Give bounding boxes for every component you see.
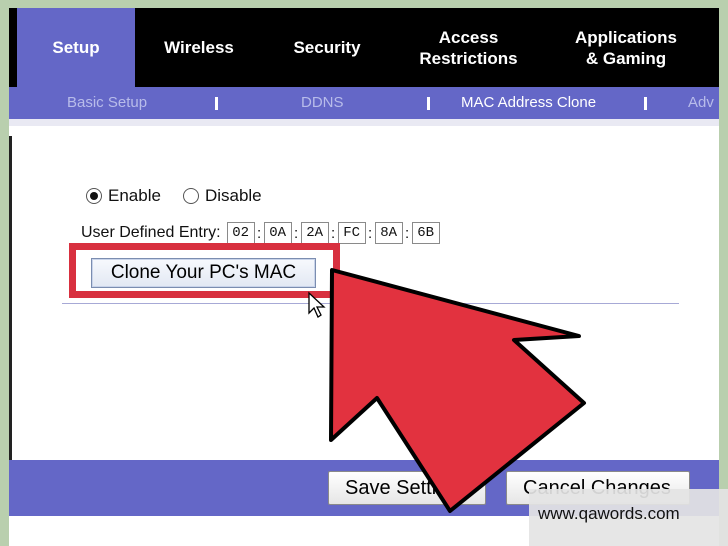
- mac-octet-2-input[interactable]: 0A: [263, 222, 292, 244]
- subtab-ddns[interactable]: DDNS: [301, 87, 344, 119]
- tab-wireless-label: Wireless: [164, 38, 234, 57]
- left-border: [9, 136, 12, 468]
- header-divider: [9, 119, 719, 126]
- subnav-separator: [427, 97, 430, 110]
- subnav-separator: [215, 97, 218, 110]
- mac-octet-3-input[interactable]: 2A: [300, 222, 329, 244]
- enable-radio[interactable]: [86, 188, 102, 204]
- user-defined-entry-label: User Defined Entry:: [81, 224, 221, 241]
- mouse-pointer-icon: [308, 291, 326, 318]
- watermark: www.qawords.com: [529, 489, 728, 546]
- colon: :: [257, 224, 262, 242]
- colon: :: [294, 224, 299, 242]
- tab-access-restrictions[interactable]: Access Restrictions: [391, 8, 546, 87]
- mac-octet-5-input[interactable]: 8A: [374, 222, 403, 244]
- disable-radio[interactable]: [182, 188, 199, 204]
- subtab-mac-address-clone[interactable]: MAC Address Clone: [461, 87, 596, 119]
- enable-label: Enable: [108, 186, 161, 205]
- section-divider: [62, 303, 679, 304]
- tab-setup-label: Setup: [52, 38, 100, 57]
- enable-disable-group: Enable Disable: [86, 186, 262, 206]
- user-defined-entry-row: User Defined Entry: 02 : 0A : 2A : FC : …: [81, 222, 440, 244]
- disable-label: Disable: [204, 186, 262, 205]
- colon: :: [331, 224, 336, 242]
- tab-applications-gaming[interactable]: Applications & Gaming: [546, 8, 706, 87]
- save-settings-button[interactable]: Save Settings: [328, 471, 486, 505]
- sub-navigation: Basic Setup DDNS MAC Address Clone Adv: [9, 87, 719, 119]
- tab-security-label: Security: [293, 38, 361, 57]
- subtab-advanced-routing[interactable]: Adv: [688, 87, 714, 119]
- watermark-text: www.qawords.com: [538, 504, 680, 523]
- subnav-separator: [644, 97, 647, 110]
- mac-octet-1-input[interactable]: 02: [226, 222, 255, 244]
- tab-setup[interactable]: Setup: [17, 8, 135, 87]
- subtab-basic-setup[interactable]: Basic Setup: [67, 87, 147, 119]
- colon: :: [368, 224, 373, 242]
- tab-applications-gaming-label: Applications & Gaming: [574, 27, 677, 68]
- clone-mac-button[interactable]: Clone Your PC's MAC: [91, 258, 316, 288]
- tab-access-restrictions-label: Access Restrictions: [419, 27, 518, 68]
- router-admin-page: Setup Wireless Security Access Restricti…: [9, 8, 719, 546]
- mac-octet-4-input[interactable]: FC: [337, 222, 366, 244]
- tab-security[interactable]: Security: [263, 8, 391, 87]
- colon: :: [405, 224, 410, 242]
- tab-wireless[interactable]: Wireless: [135, 8, 263, 87]
- mac-octet-6-input[interactable]: 6B: [411, 222, 440, 244]
- top-navigation: Setup Wireless Security Access Restricti…: [9, 8, 719, 87]
